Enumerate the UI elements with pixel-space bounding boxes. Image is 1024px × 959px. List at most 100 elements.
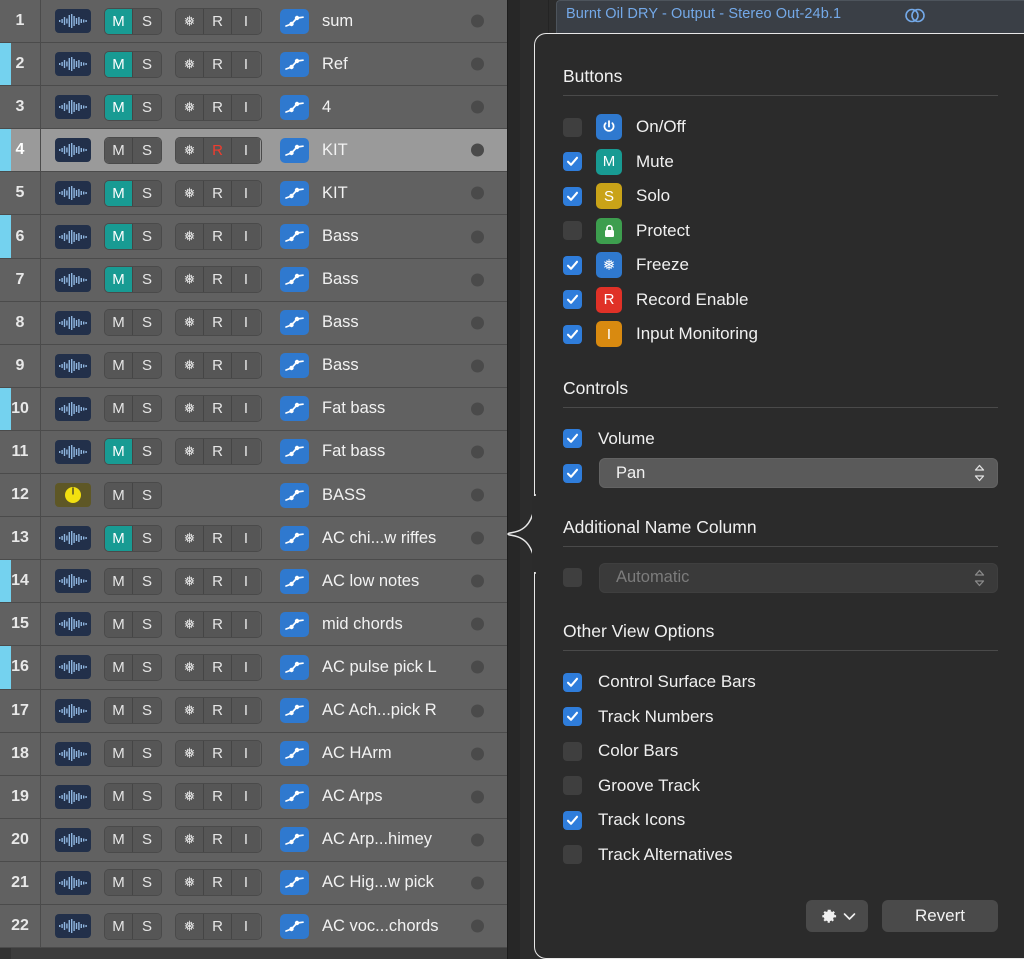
track-name[interactable]: AC low notes — [322, 572, 419, 591]
record-enable-button[interactable]: R — [204, 870, 232, 895]
automation-icon[interactable] — [280, 784, 309, 809]
track-name[interactable]: AC Arp...himey — [322, 830, 432, 849]
mute-button[interactable]: M — [105, 95, 133, 120]
freeze-button[interactable]: ❅ — [176, 526, 204, 551]
stepper-icon[interactable] — [974, 464, 985, 482]
freeze-button[interactable]: ❅ — [176, 138, 204, 163]
checkbox-volume[interactable] — [563, 429, 582, 448]
record-enable-button[interactable]: R — [204, 612, 232, 637]
mute-button[interactable]: M — [105, 870, 133, 895]
record-enable-button[interactable]: R — [204, 526, 232, 551]
automation-icon[interactable] — [280, 698, 309, 723]
track-row[interactable]: 14MS❅RIAC low notes — [0, 560, 507, 603]
record-enable-button[interactable]: R — [204, 267, 232, 292]
automation-icon[interactable] — [280, 396, 309, 421]
solo-button[interactable]: S — [133, 612, 161, 637]
solo-button[interactable]: S — [133, 224, 161, 249]
option-mute[interactable]: MMute — [563, 145, 998, 180]
track-name[interactable]: Bass — [322, 270, 359, 289]
track-name[interactable]: sum — [322, 12, 353, 31]
track-record-dot[interactable] — [471, 661, 484, 674]
track-name[interactable]: KIT — [322, 141, 348, 160]
waveform-icon[interactable] — [55, 612, 91, 636]
solo-button[interactable]: S — [133, 569, 161, 594]
freeze-button[interactable]: ❅ — [176, 52, 204, 77]
solo-button[interactable]: S — [133, 526, 161, 551]
checkbox-track-alternatives[interactable] — [563, 845, 582, 864]
option-track-icons[interactable]: Track Icons — [563, 803, 998, 838]
track-row[interactable]: 21MS❅RIAC Hig...w pick — [0, 862, 507, 905]
track-name[interactable]: AC pulse pick L — [322, 658, 437, 677]
option-protect[interactable]: Protect — [563, 214, 998, 249]
input-monitoring-button[interactable]: I — [232, 138, 260, 163]
record-enable-button[interactable]: R — [204, 310, 232, 335]
input-monitoring-button[interactable]: I — [232, 827, 260, 852]
track-name[interactable]: BASS — [322, 486, 366, 505]
solo-button[interactable]: S — [133, 784, 161, 809]
waveform-icon[interactable] — [55, 138, 91, 162]
mute-button[interactable]: M — [105, 483, 133, 508]
track-record-dot[interactable] — [471, 273, 484, 286]
track-record-dot[interactable] — [471, 876, 484, 889]
checkbox-track-numbers[interactable] — [563, 707, 582, 726]
input-monitoring-button[interactable]: I — [232, 267, 260, 292]
record-enable-button[interactable]: R — [204, 52, 232, 77]
track-row[interactable]: 19MS❅RIAC Arps — [0, 776, 507, 819]
input-monitoring-button[interactable]: I — [232, 526, 260, 551]
input-monitoring-button[interactable]: I — [232, 95, 260, 120]
checkbox-mute[interactable] — [563, 152, 582, 171]
track-row[interactable]: 8MS❅RIBass — [0, 302, 507, 345]
option-input-monitoring[interactable]: IInput Monitoring — [563, 317, 998, 352]
option-track-alternatives[interactable]: Track Alternatives — [563, 838, 998, 873]
input-monitoring-button[interactable]: I — [232, 224, 260, 249]
record-enable-button[interactable]: R — [204, 181, 232, 206]
input-monitoring-button[interactable]: I — [232, 741, 260, 766]
automation-icon[interactable] — [280, 95, 309, 120]
track-name[interactable]: AC voc...chords — [322, 917, 438, 936]
input-monitoring-button[interactable]: I — [232, 655, 260, 680]
checkbox-on-off[interactable] — [563, 118, 582, 137]
mute-button[interactable]: M — [105, 698, 133, 723]
track-record-dot[interactable] — [471, 704, 484, 717]
record-enable-button[interactable]: R — [204, 95, 232, 120]
freeze-button[interactable]: ❅ — [176, 827, 204, 852]
mute-button[interactable]: M — [105, 181, 133, 206]
record-enable-button[interactable]: R — [204, 784, 232, 809]
solo-button[interactable]: S — [133, 741, 161, 766]
freeze-button[interactable]: ❅ — [176, 396, 204, 421]
solo-button[interactable]: S — [133, 827, 161, 852]
input-monitoring-button[interactable]: I — [232, 870, 260, 895]
checkbox-freeze[interactable] — [563, 256, 582, 275]
freeze-button[interactable]: ❅ — [176, 741, 204, 766]
checkbox-additional-name-column[interactable] — [563, 568, 582, 587]
record-enable-button[interactable]: R — [204, 655, 232, 680]
track-row[interactable]: 9MS❅RIBass — [0, 345, 507, 388]
track-record-dot[interactable] — [471, 230, 484, 243]
track-row[interactable]: 6MS❅RIBass — [0, 215, 507, 258]
record-enable-button[interactable]: R — [204, 827, 232, 852]
automation-icon[interactable] — [280, 138, 309, 163]
track-row[interactable]: 12MSBASS — [0, 474, 507, 517]
track-row[interactable]: 16MS❅RIAC pulse pick L — [0, 646, 507, 689]
automation-icon[interactable] — [280, 267, 309, 292]
record-enable-button[interactable]: R — [204, 569, 232, 594]
additional-name-column-select[interactable]: Automatic — [599, 563, 998, 593]
mute-button[interactable]: M — [105, 741, 133, 766]
waveform-icon[interactable] — [55, 181, 91, 205]
waveform-icon[interactable] — [55, 440, 91, 464]
record-enable-button[interactable]: R — [204, 224, 232, 249]
option-track-numbers[interactable]: Track Numbers — [563, 700, 998, 735]
freeze-button[interactable]: ❅ — [176, 181, 204, 206]
waveform-icon[interactable] — [55, 871, 91, 895]
waveform-icon[interactable] — [55, 311, 91, 335]
mute-button[interactable]: M — [105, 396, 133, 421]
checkbox-record-enable[interactable] — [563, 290, 582, 309]
mute-button[interactable]: M — [105, 526, 133, 551]
record-enable-button[interactable]: R — [204, 698, 232, 723]
track-record-dot[interactable] — [471, 187, 484, 200]
record-enable-button[interactable]: R — [204, 138, 232, 163]
track-name[interactable]: Fat bass — [322, 399, 385, 418]
record-enable-button[interactable]: R — [204, 741, 232, 766]
waveform-icon[interactable] — [55, 785, 91, 809]
track-name[interactable]: mid chords — [322, 615, 403, 634]
